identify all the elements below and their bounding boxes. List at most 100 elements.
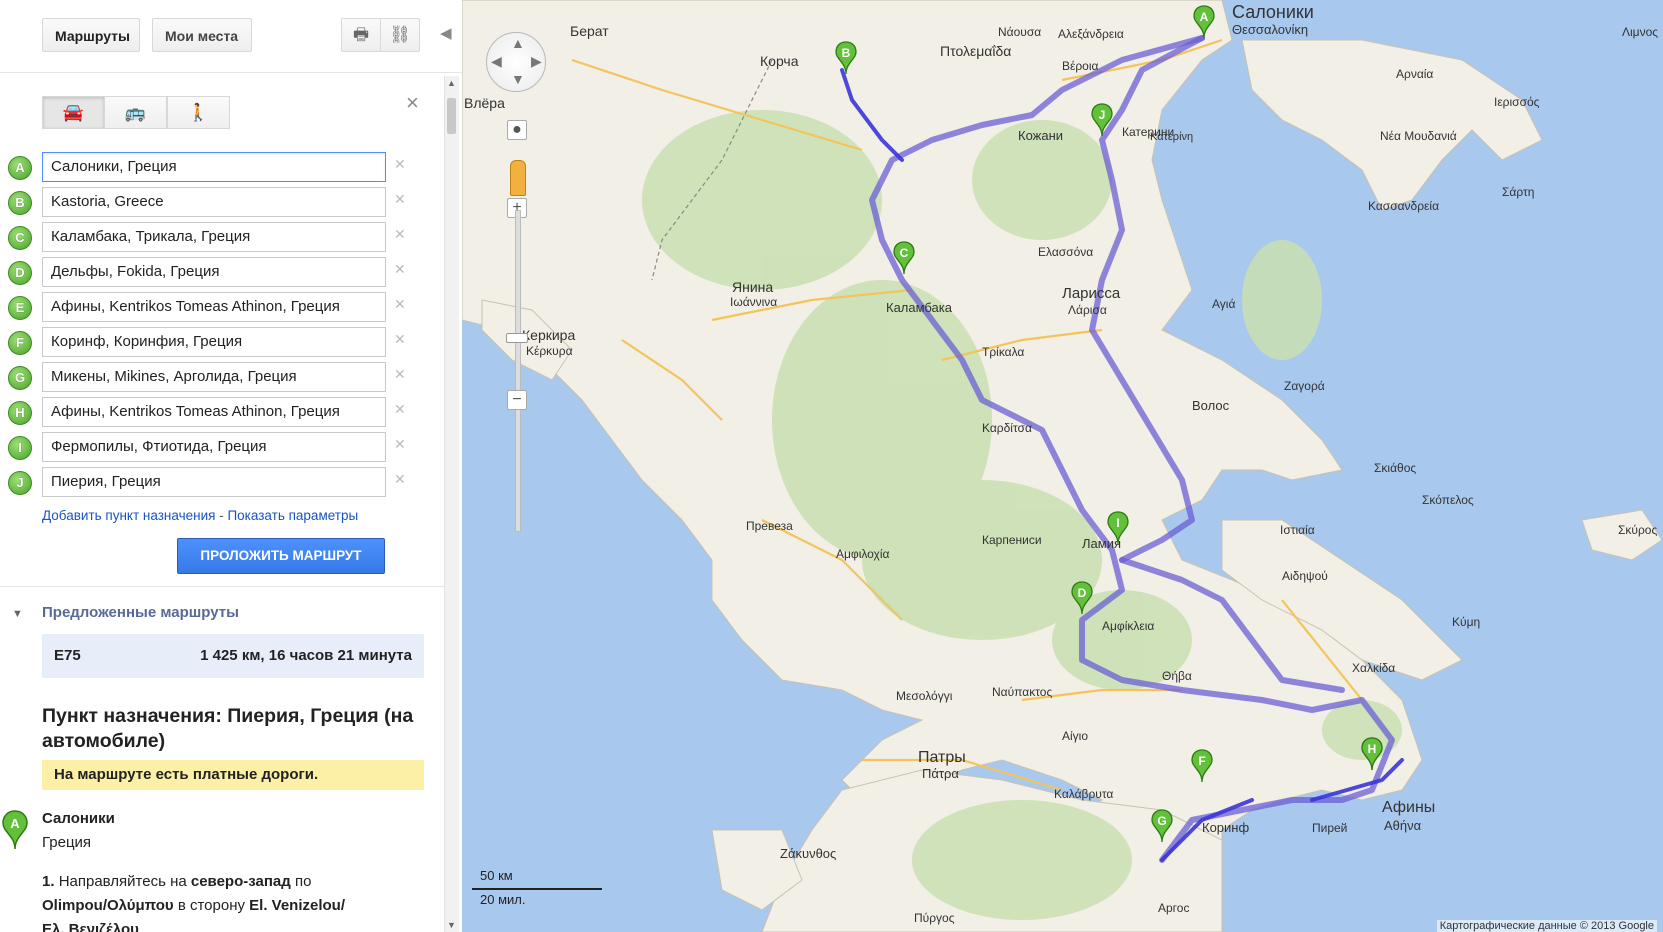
waypoint-marker-icon[interactable]: A [8,156,32,180]
waypoint-marker-icon[interactable]: J [8,471,32,495]
map-place-label: Ιωάννινα [730,295,777,309]
map-marker-letter: H [1368,742,1377,756]
zoom-slider-thumb[interactable] [506,333,528,343]
zoom-out-button[interactable]: − [507,390,527,410]
route-name: E75 [54,647,81,664]
pan-down-icon[interactable]: ▼ [511,71,525,87]
collapse-panel-icon[interactable]: ◀ [440,24,452,42]
waypoint-input[interactable]: Фермопилы, Фтиотида, Греция [42,432,386,462]
travel-mode-selector: 🚘 🚌 🚶 [42,96,232,130]
waypoint-input[interactable]: Афины, Kentrikos Tomeas Athinon, Греция [42,397,386,427]
zoom-slider-track[interactable] [515,210,521,532]
map-place-label: Κασσανδρεία [1368,199,1439,213]
map-place-label: Превеза [746,519,793,533]
scroll-thumb[interactable] [447,98,456,134]
waypoint-marker-icon[interactable]: D [8,261,32,285]
collapse-arrow-icon[interactable]: ▼ [12,608,23,620]
remove-waypoint-icon[interactable]: ✕ [394,261,406,278]
waypoint-input[interactable]: Салоники, Греция [42,152,386,182]
panel-scrollbar[interactable]: ▲ ▼ [444,76,459,932]
link-button[interactable]: ⛓ [380,18,420,52]
map-place-label: Νάουσα [998,25,1041,39]
waypoint-marker-icon[interactable]: G [8,366,32,390]
map-place-label: Σκόπελος [1422,493,1474,507]
map-place-label: Каламбака [886,300,953,315]
routes-button[interactable]: Маршруты [42,18,140,52]
remove-waypoint-icon[interactable]: ✕ [394,471,406,488]
step-target: El. Venizelou/ [249,897,346,914]
map-place-label: Αίγιο [1062,729,1088,743]
pan-control[interactable]: ▲ ▼ ◀ ▶ [486,32,546,92]
map-place-label: Καρδίτσα [982,421,1032,435]
scroll-down-icon[interactable]: ▼ [447,920,456,930]
map-place-label: Янина [732,279,773,295]
mode-walking-button[interactable]: 🚶 [167,96,230,129]
map-place-label: Αρναία [1396,67,1433,81]
waypoint-marker-icon[interactable]: H [8,401,32,425]
waypoint-input[interactable]: Афины, Kentrikos Tomeas Athinon, Греция [42,292,386,322]
waypoint-marker-icon[interactable]: F [8,331,32,355]
waypoint-row: J Пиерия, Греция ✕ [8,467,408,501]
step-text: по [294,873,312,890]
map-copyright: Картографические данные © 2013 Google [1436,920,1657,932]
waypoint-input[interactable]: Микены, Mikines, Арголида, Греция [42,362,386,392]
get-directions-button[interactable]: ПРОЛОЖИТЬ МАРШРУТ [177,538,385,574]
waypoint-input[interactable]: Дельфы, Fokida, Греция [42,257,386,287]
waypoint-input[interactable]: Пиерия, Греция [42,467,386,497]
map-place-label: Коринф [1202,820,1249,835]
mode-driving-button[interactable]: 🚘 [42,96,105,129]
remove-waypoint-icon[interactable]: ✕ [394,331,406,348]
suggested-routes-title[interactable]: Предложенные маршруты [42,604,239,621]
remove-waypoint-icon[interactable]: ✕ [394,366,406,383]
waypoint-row: A Салоники, Греция ✕ [8,152,408,186]
waypoint-row: C Каламбака, Трикала, Греция ✕ [8,222,408,256]
remove-waypoint-icon[interactable]: ✕ [394,436,406,453]
street-view-pegman-icon[interactable] [510,160,526,196]
panel-toolbar: Маршруты Мои места 🖶 ⛓ ◀ [0,0,462,73]
mode-transit-button[interactable]: 🚌 [104,96,167,129]
print-button[interactable]: 🖶 [341,18,381,52]
pan-right-icon[interactable]: ▶ [531,53,542,70]
add-destination-link[interactable]: Добавить пункт назначения [42,508,215,523]
start-marker-icon[interactable]: A [2,810,28,850]
waypoint-input[interactable]: Kastoria, Greece [42,187,386,217]
map-place-label: Κατερίνη [1150,131,1193,143]
map-place-label: Ελασσόνα [1038,245,1093,259]
map-place-label: Μεσολόγγι [896,689,953,703]
waypoint-marker-icon[interactable]: B [8,191,32,215]
remove-waypoint-icon[interactable]: ✕ [394,191,406,208]
waypoint-marker-icon[interactable]: C [8,226,32,250]
waypoint-marker-icon[interactable]: I [8,436,32,460]
map-canvas[interactable]: СалоникиΘεσσαλονίκηΠτολεμαΐδαКатериниЛар… [462,0,1663,932]
map-marker-letter: G [1157,814,1166,828]
suggested-route[interactable]: E75 1 425 км, 16 часов 21 минута [42,634,424,678]
show-options-link[interactable]: Показать параметры [227,508,358,523]
map-marker-letter: F [1198,754,1205,768]
map-scale: 50 км 20 мил. [472,868,602,910]
waypoint-row: H Афины, Kentrikos Tomeas Athinon, Греция… [8,397,408,431]
map-place-label: Πάτρα [922,766,959,781]
car-icon: 🚘 [62,103,85,122]
map-view[interactable]: Салоники Θεσσαλονίκη Πτολεμαΐδα Катерини Лар… [462,0,1663,932]
pan-left-icon[interactable]: ◀ [491,53,502,70]
zoom-control: ● + − [502,120,532,532]
remove-waypoint-icon[interactable]: ✕ [394,401,406,418]
close-directions-icon[interactable]: × [406,90,419,116]
pan-up-icon[interactable]: ▲ [511,35,525,51]
map-place-label: Ζάκυνθος [780,846,836,861]
waypoint-row: E Афины, Kentrikos Tomeas Athinon, Греция… [8,292,408,326]
home-icon[interactable]: ● [507,120,527,140]
remove-waypoint-icon[interactable]: ✕ [394,226,406,243]
map-place-label: Πύργος [914,911,955,925]
scroll-up-icon[interactable]: ▲ [447,78,456,88]
map-place-label: Αμφιλοχία [836,547,890,561]
map-place-label: Влёра [464,95,505,111]
waypoint-input[interactable]: Каламбака, Трикала, Греция [42,222,386,252]
my-places-button[interactable]: Мои места [152,18,252,52]
step-text: Направляйтесь на [58,873,187,890]
waypoint-marker-icon[interactable]: E [8,296,32,320]
remove-waypoint-icon[interactable]: ✕ [394,156,406,173]
remove-waypoint-icon[interactable]: ✕ [394,296,406,313]
waypoint-input[interactable]: Коринф, Коринфия, Греция [42,327,386,357]
direction-step[interactable]: 1. Направляйтесь на северо-запад по Olim… [42,870,422,932]
